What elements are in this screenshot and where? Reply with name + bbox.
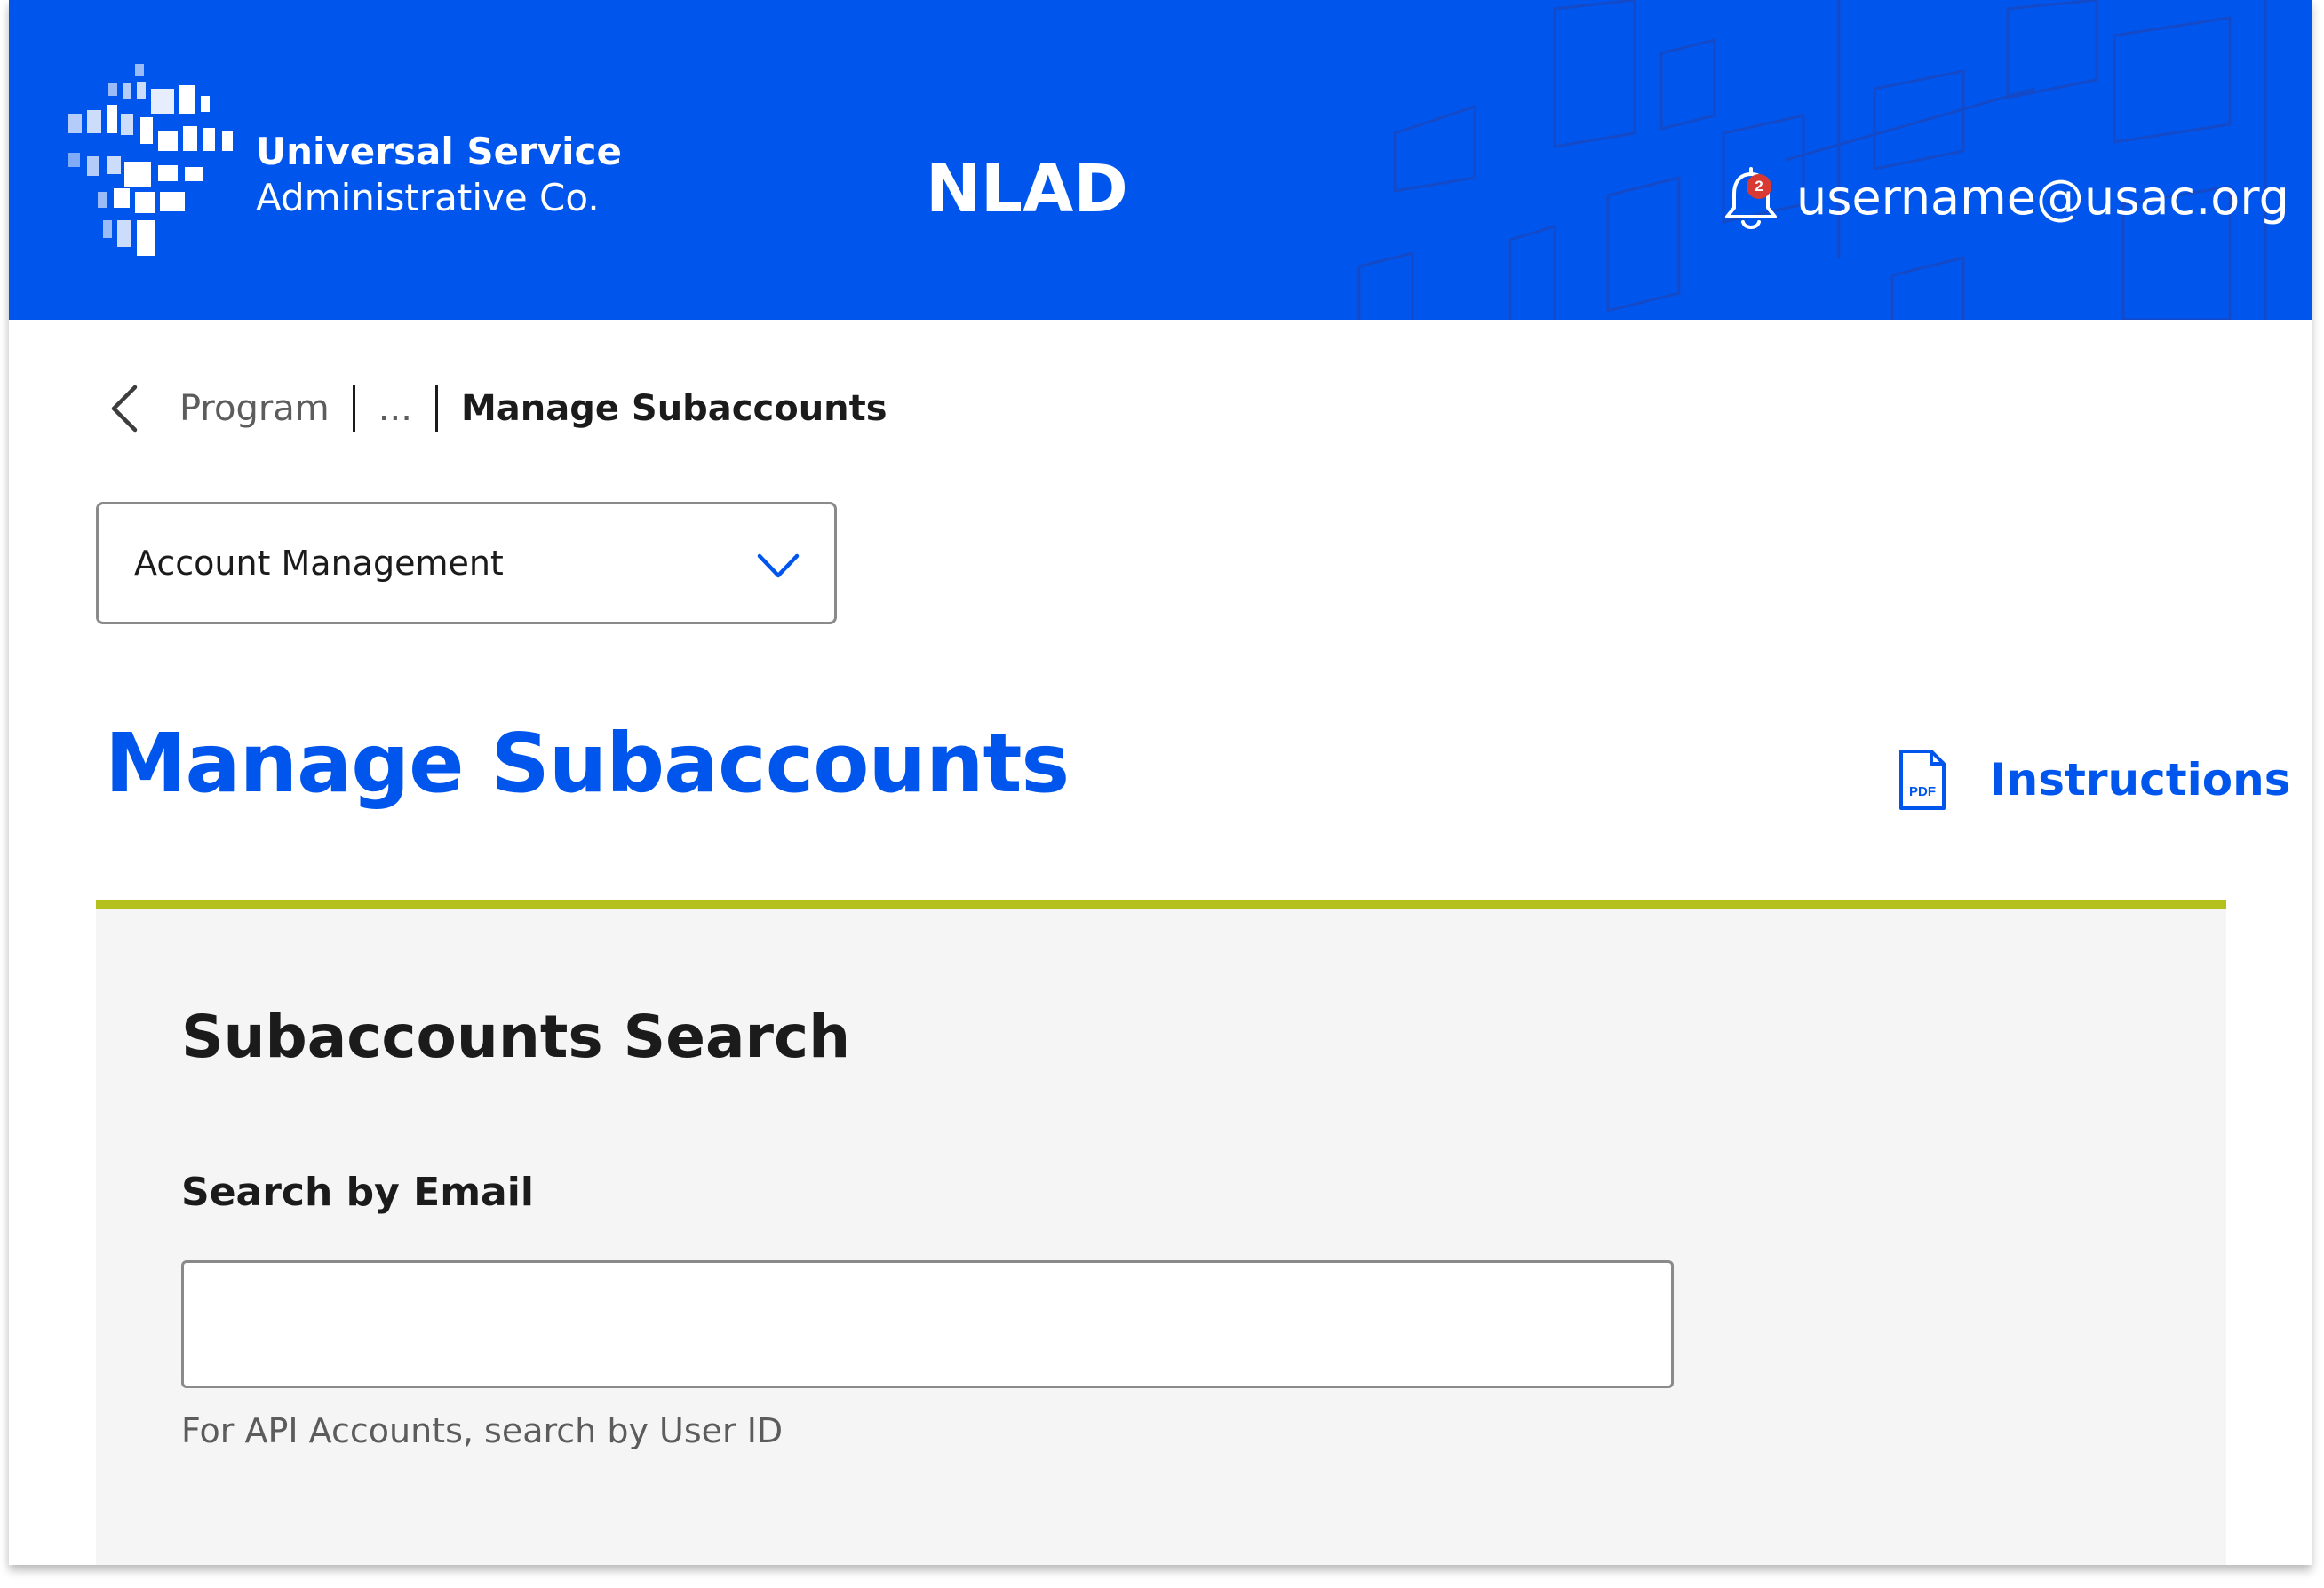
chevron-left-icon[interactable] — [107, 382, 146, 435]
instructions-link[interactable]: PDF Instructions — [1896, 748, 2291, 812]
notification-badge: 2 — [1747, 174, 1771, 199]
user-account-link[interactable]: username@usac.org — [1796, 169, 2289, 227]
email-field-label: Search by Email — [181, 1170, 534, 1215]
email-search-input[interactable] — [181, 1260, 1674, 1388]
section-select[interactable]: Account Management — [96, 502, 837, 624]
subaccounts-search-panel: Subaccounts Search Search by Email For A… — [96, 900, 2226, 1565]
section-select-value: Account Management — [134, 544, 504, 583]
breadcrumb: Program ... Manage Subaccounts — [107, 373, 887, 444]
usac-logo-icon — [68, 64, 233, 256]
logo-line-1: Universal Service — [256, 130, 622, 173]
pdf-icon: PDF — [1899, 750, 1946, 810]
svg-text:PDF: PDF — [1909, 784, 1936, 799]
logo-line-2: Administrative Co. — [256, 176, 600, 219]
logo-text: Universal Service Administrative Co. — [256, 129, 622, 221]
panel-title: Subaccounts Search — [181, 1003, 851, 1071]
breadcrumb-item-ellipsis[interactable]: ... — [378, 388, 412, 429]
instructions-label: Instructions — [1990, 754, 2291, 806]
breadcrumb-item-program[interactable]: Program — [179, 388, 330, 429]
breadcrumb-item-current: Manage Subaccounts — [460, 388, 887, 429]
page-title: Manage Subaccounts — [105, 716, 1070, 811]
breadcrumb-divider — [434, 385, 438, 432]
header-background-pattern — [1357, 0, 2267, 320]
site-header: Universal Service Administrative Co. NLA… — [9, 0, 2312, 320]
email-field-hint: For API Accounts, search by User ID — [181, 1411, 784, 1450]
breadcrumb-divider — [352, 385, 355, 432]
app-window: Universal Service Administrative Co. NLA… — [9, 0, 2312, 1565]
chevron-down-icon — [757, 553, 800, 578]
app-title: NLAD — [926, 151, 1128, 227]
